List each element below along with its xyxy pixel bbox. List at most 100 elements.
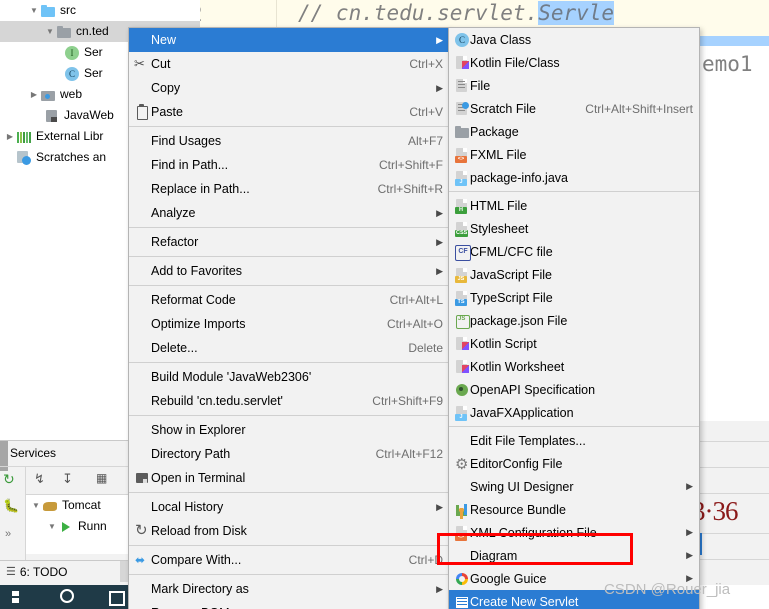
menu-item-optimize-imports[interactable]: Optimize Imports Ctrl+Alt+O bbox=[129, 312, 449, 336]
menu-item-build-module[interactable]: Build Module 'JavaWeb2306' bbox=[129, 365, 449, 389]
collapse-all-icon[interactable]: ↧ bbox=[62, 471, 82, 491]
blank-icon bbox=[133, 446, 151, 462]
submenu-item-kotlin-script[interactable]: Kotlin Script bbox=[449, 332, 699, 355]
menu-item-delete[interactable]: Delete... Delete bbox=[129, 336, 449, 360]
tool-window-todo[interactable]: ☰ 6: TODO bbox=[0, 561, 73, 583]
submenu-item-resource-bundle[interactable]: Resource Bundle bbox=[449, 498, 699, 521]
menu-item-cut[interactable]: Cut Ctrl+X bbox=[129, 52, 449, 76]
menu-item-directory-path[interactable]: Directory Path Ctrl+Alt+F12 bbox=[129, 442, 449, 466]
menu-item-local-history[interactable]: Local History ▶ bbox=[129, 495, 449, 519]
services-item-tomcat[interactable]: ▼ Tomcat bbox=[26, 495, 101, 516]
submenu-item-diagram[interactable]: Diagram ▶ bbox=[449, 544, 699, 567]
menu-item-shortcut: Ctrl+Alt+O bbox=[386, 317, 443, 331]
submenu-item-kotlin-worksheet[interactable]: Kotlin Worksheet bbox=[449, 355, 699, 378]
terminal-icon bbox=[133, 470, 151, 486]
windows-start-icon[interactable] bbox=[12, 589, 28, 605]
menu-item-label: Mark Directory as bbox=[151, 582, 249, 596]
submenu-item-file[interactable]: File bbox=[449, 74, 699, 97]
class-icon bbox=[64, 66, 80, 82]
submenu-item-label: package.json File bbox=[470, 313, 568, 328]
submenu-item-package-json-file[interactable]: package.json File bbox=[449, 309, 699, 332]
submenu-item-label: Diagram bbox=[470, 548, 518, 563]
menu-item-paste[interactable]: Paste Ctrl+V bbox=[129, 100, 449, 124]
chevron-right-icon[interactable]: ▶ bbox=[28, 84, 40, 105]
menu-item-refactor[interactable]: Refactor ▶ bbox=[129, 230, 449, 254]
menu-item-analyze[interactable]: Analyze ▶ bbox=[129, 201, 449, 225]
submenu-separator bbox=[449, 426, 699, 427]
blank-icon bbox=[133, 157, 151, 173]
code-editor-right-region[interactable]: emo1 bbox=[700, 36, 769, 421]
chevron-down-icon[interactable]: ▼ bbox=[46, 516, 58, 537]
submenu-item-edit-file-templates[interactable]: Edit File Templates... bbox=[449, 429, 699, 452]
menu-item-mark-directory-as[interactable]: Mark Directory as ▶ bbox=[129, 577, 449, 601]
menu-item-find-in-path[interactable]: Find in Path... Ctrl+Shift+F bbox=[129, 153, 449, 177]
submenu-item-typescript-file[interactable]: TS TypeScript File bbox=[449, 286, 699, 309]
menu-item-rebuild[interactable]: Rebuild 'cn.tedu.servlet' Ctrl+Shift+F9 bbox=[129, 389, 449, 413]
submenu-item-javafx-application[interactable]: J JavaFXApplication bbox=[449, 401, 699, 424]
menu-item-remove-bom[interactable]: Remove BOM bbox=[129, 601, 449, 609]
submenu-item-java-class[interactable]: Java Class bbox=[449, 28, 699, 51]
menu-item-label: Reload from Disk bbox=[151, 524, 247, 538]
blank-icon bbox=[133, 80, 151, 96]
submenu-item-stylesheet[interactable]: CSS Stylesheet bbox=[449, 217, 699, 240]
debug-icon[interactable]: 🐛 bbox=[3, 498, 23, 518]
new-submenu[interactable]: Java Class Kotlin File/Class File Scratc… bbox=[448, 27, 700, 609]
menu-separator bbox=[129, 492, 449, 493]
services-item-running[interactable]: ▼ Runn bbox=[26, 516, 107, 537]
services-item-label: Runn bbox=[78, 519, 107, 533]
submenu-item-package-info-java[interactable]: J package-info.java bbox=[449, 166, 699, 189]
tree-item-label: web bbox=[60, 87, 83, 101]
submenu-item-swing-ui-designer[interactable]: Swing UI Designer ▶ bbox=[449, 475, 699, 498]
group-by-icon[interactable]: ▦ bbox=[96, 471, 116, 491]
chevron-down-icon[interactable]: ▼ bbox=[28, 0, 40, 21]
submenu-item-fxml-file[interactable]: <> FXML File bbox=[449, 143, 699, 166]
submenu-arrow-icon: ▶ bbox=[436, 265, 443, 276]
menu-item-shortcut: Ctrl+X bbox=[409, 57, 443, 71]
submenu-item-javascript-file[interactable]: JS JavaScript File bbox=[449, 263, 699, 286]
submenu-item-editorconfig-file[interactable]: EditorConfig File bbox=[449, 452, 699, 475]
windows-taskbar[interactable] bbox=[0, 585, 135, 609]
menu-item-label: Add to Favorites bbox=[151, 264, 243, 278]
paste-icon bbox=[133, 104, 151, 120]
expand-all-icon[interactable]: ↯ bbox=[34, 471, 54, 491]
menu-item-replace-in-path[interactable]: Replace in Path... Ctrl+Shift+R bbox=[129, 177, 449, 201]
submenu-item-openapi-specification[interactable]: OpenAPI Specification bbox=[449, 378, 699, 401]
menu-item-label: Reformat Code bbox=[151, 293, 236, 307]
submenu-item-package[interactable]: Package bbox=[449, 120, 699, 143]
submenu-item-label: package-info.java bbox=[470, 170, 568, 185]
submenu-item-html-file[interactable]: H HTML File bbox=[449, 194, 699, 217]
submenu-item-cfml-cfc-file[interactable]: CFML/CFC file bbox=[449, 240, 699, 263]
submenu-item-label: OpenAPI Specification bbox=[470, 382, 596, 397]
expand-more-icon[interactable]: » bbox=[5, 528, 25, 548]
blank-icon bbox=[454, 548, 470, 564]
menu-item-new[interactable]: New ▶ bbox=[129, 28, 449, 52]
menu-item-add-to-favorites[interactable]: Add to Favorites ▶ bbox=[129, 259, 449, 283]
tree-item-label: Ser bbox=[84, 45, 103, 59]
task-view-icon[interactable] bbox=[108, 589, 125, 606]
menu-item-find-usages[interactable]: Find Usages Alt+F7 bbox=[129, 129, 449, 153]
menu-item-compare-with[interactable]: Compare With... Ctrl+D bbox=[129, 548, 449, 572]
context-menu[interactable]: New ▶ Cut Ctrl+X Copy ▶ Paste Ctrl+V Fin… bbox=[128, 27, 450, 609]
submenu-arrow-icon: ▶ bbox=[686, 527, 693, 537]
submenu-item-label: Kotlin File/Class bbox=[470, 55, 560, 70]
menu-item-copy[interactable]: Copy ▶ bbox=[129, 76, 449, 100]
menu-item-reformat-code[interactable]: Reformat Code Ctrl+Alt+L bbox=[129, 288, 449, 312]
blank-icon bbox=[133, 181, 151, 197]
chevron-down-icon[interactable]: ▼ bbox=[44, 21, 56, 42]
menu-item-open-in-terminal[interactable]: Open in Terminal bbox=[129, 466, 449, 490]
chevron-right-icon[interactable]: ▶ bbox=[4, 126, 16, 147]
cortana-search-icon[interactable] bbox=[60, 589, 74, 603]
submenu-arrow-icon: ▶ bbox=[436, 34, 443, 45]
menu-item-reload-from-disk[interactable]: Reload from Disk bbox=[129, 519, 449, 543]
submenu-item-kotlin-file-class[interactable]: Kotlin File/Class bbox=[449, 51, 699, 74]
menu-item-show-in-explorer[interactable]: Show in Explorer bbox=[129, 418, 449, 442]
chevron-down-icon[interactable]: ▼ bbox=[30, 495, 42, 516]
tree-item-src[interactable]: ▼ src bbox=[0, 0, 200, 21]
nodejs-icon bbox=[454, 313, 470, 329]
submenu-item-xml-configuration-file[interactable]: <> XML Configuration File ▶ bbox=[449, 521, 699, 544]
kotlin-file-icon bbox=[454, 336, 470, 352]
blank-icon bbox=[133, 581, 151, 597]
submenu-arrow-icon: ▶ bbox=[686, 481, 693, 491]
menu-item-shortcut: Ctrl+Shift+F bbox=[378, 158, 443, 172]
submenu-item-scratch-file[interactable]: Scratch File Ctrl+Alt+Shift+Insert bbox=[449, 97, 699, 120]
